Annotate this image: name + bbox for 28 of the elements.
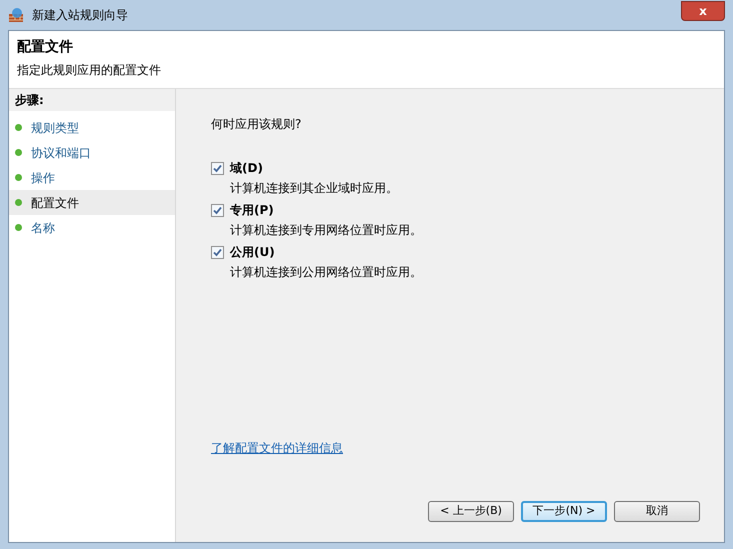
- wizard-button[interactable]: 下一步(N) >: [521, 501, 607, 522]
- profile-checkbox[interactable]: 专用(P): [211, 201, 700, 219]
- step-item[interactable]: 操作: [9, 165, 175, 190]
- steps-heading: 步骤:: [9, 89, 175, 111]
- option-description: 计算机连接到专用网络位置时应用。: [229, 222, 423, 239]
- checkbox[interactable]: [211, 246, 224, 258]
- step-item[interactable]: 规则类型: [9, 115, 175, 140]
- profile-checkbox[interactable]: 公用(U): [211, 243, 700, 261]
- help-link[interactable]: 了解配置文件的详细信息: [211, 439, 343, 457]
- question-text: 何时应用该规则?: [211, 116, 302, 133]
- wizard-button[interactable]: 取消: [614, 501, 700, 522]
- option-description: 计算机连接到其企业域时应用。: [229, 180, 399, 197]
- check-icon: [213, 164, 222, 172]
- check-icon: [213, 248, 222, 256]
- close-button[interactable]: x: [681, 1, 725, 21]
- option-description: 计算机连接到公用网络位置时应用。: [229, 264, 423, 281]
- step-item[interactable]: 协议和端口: [9, 140, 175, 165]
- check-icon: [213, 206, 222, 214]
- page-title: 配置文件: [17, 38, 74, 57]
- checkbox[interactable]: [211, 204, 224, 216]
- checkbox[interactable]: [211, 162, 224, 174]
- wizard-button[interactable]: < 上一步(B): [428, 501, 514, 522]
- window-title: 新建入站规则向导: [32, 7, 128, 24]
- page-subtitle: 指定此规则应用的配置文件: [17, 62, 162, 79]
- profile-checkbox[interactable]: 域(D): [211, 159, 700, 177]
- firewall-icon: [8, 7, 24, 23]
- step-item[interactable]: 配置文件: [9, 190, 175, 215]
- step-item[interactable]: 名称: [9, 215, 175, 240]
